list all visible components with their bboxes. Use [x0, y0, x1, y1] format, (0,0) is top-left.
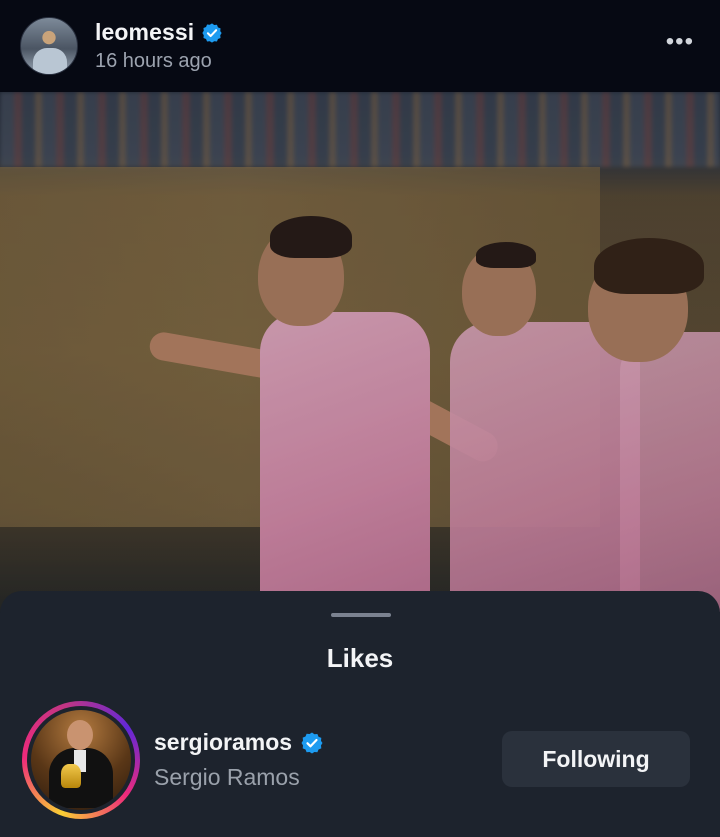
avatar-face: [67, 720, 93, 750]
author-username-row: leomessi: [95, 19, 223, 46]
liker-info: sergioramos Sergio Ramos: [154, 729, 324, 791]
story-ring[interactable]: [22, 701, 140, 819]
trophy-icon: [61, 764, 81, 788]
story-ring-gap: [27, 706, 135, 814]
post-photo[interactable]: [0, 92, 720, 612]
photo-overlay: [0, 92, 720, 612]
verified-badge-icon: [201, 22, 223, 44]
sheet-drag-handle[interactable]: [331, 613, 391, 617]
author-avatar-figure: [33, 48, 67, 74]
liker-full-name: Sergio Ramos: [154, 764, 300, 790]
liker-username[interactable]: sergioramos: [154, 729, 292, 756]
liker-username-row: sergioramos: [154, 729, 324, 756]
post-timestamp: 16 hours ago: [95, 50, 212, 72]
verified-badge-icon: [300, 731, 324, 755]
author-avatar[interactable]: [20, 17, 78, 75]
likes-sheet: Likes sergioramos Sergio Ramos Following: [0, 591, 720, 837]
avatar: [31, 710, 131, 810]
author-info: leomessi 16 hours ago: [95, 19, 223, 73]
likes-title: Likes: [326, 643, 394, 673]
more-options-icon[interactable]: •••: [666, 30, 694, 54]
following-button[interactable]: Following: [502, 731, 690, 787]
list-item[interactable]: sergioramos Sergio Ramos Following: [22, 701, 702, 819]
post-header: leomessi 16 hours ago •••: [0, 0, 720, 92]
author-username[interactable]: leomessi: [95, 19, 194, 46]
